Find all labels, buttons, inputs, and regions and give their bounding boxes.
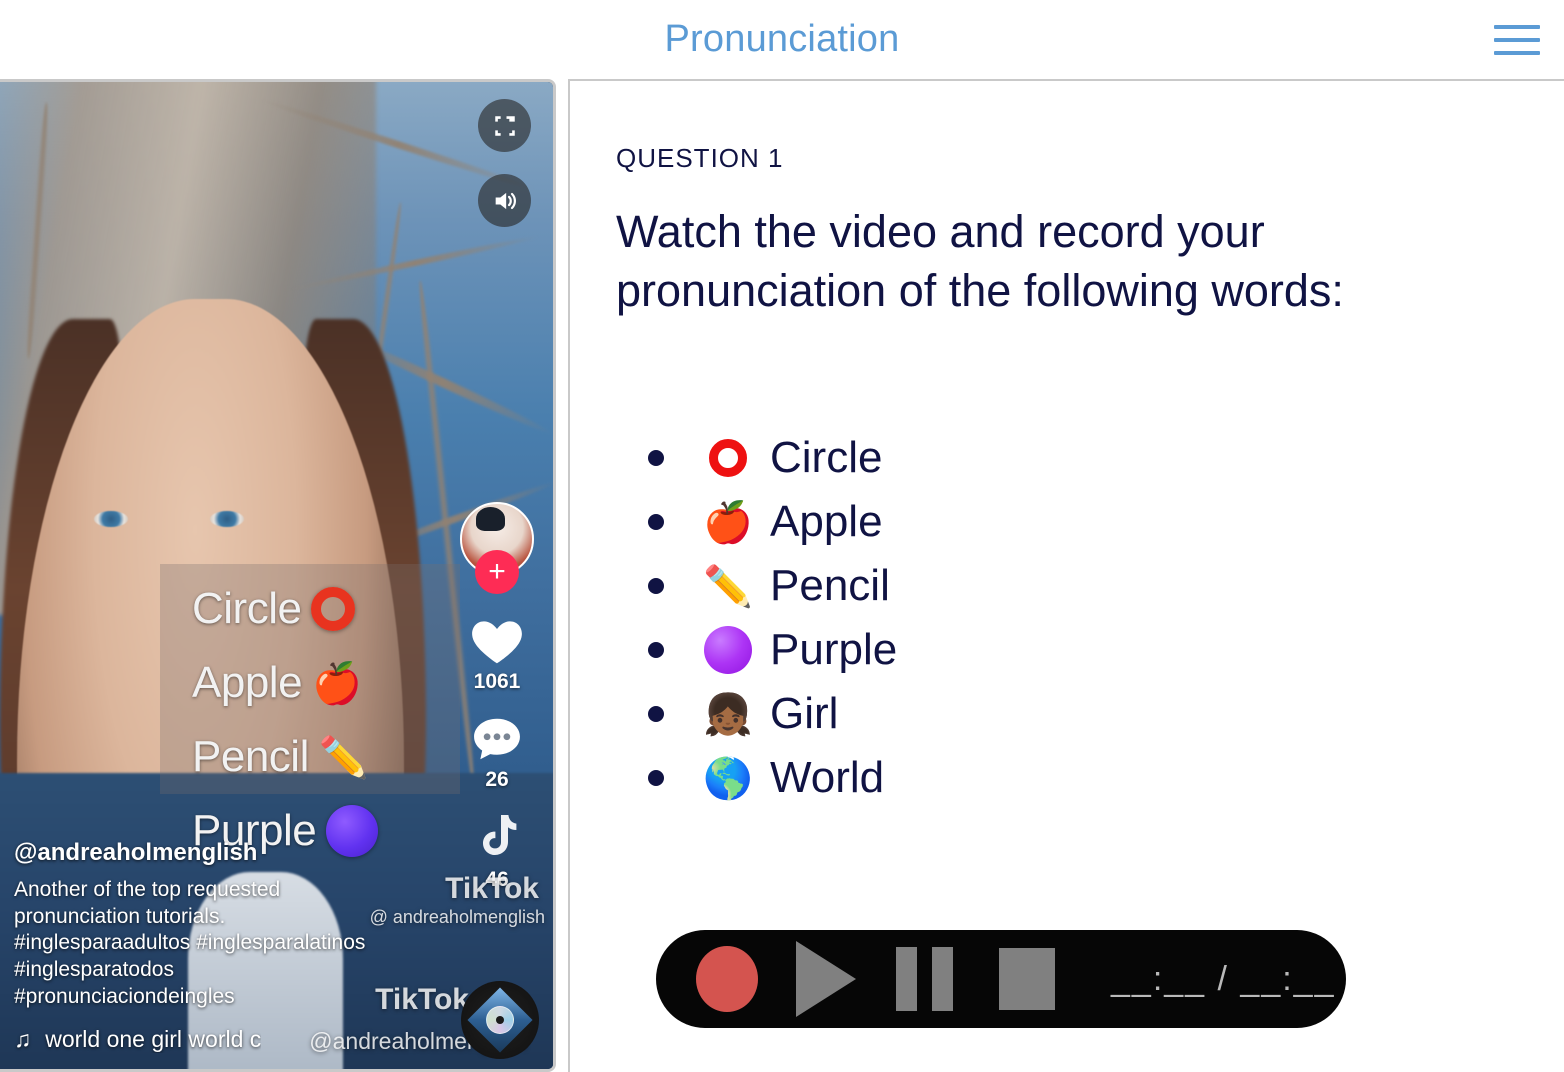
audio-recorder-bar: __:__ / __:__: [656, 930, 1346, 1028]
volume-on-icon[interactable]: [478, 174, 531, 227]
word-label: Girl: [770, 689, 839, 738]
pencil-icon: ✏️: [703, 564, 753, 609]
like-count: 1061: [473, 670, 521, 693]
overlay-word-row: Circle: [160, 572, 460, 646]
main-stage: Circle Apple 🍎 Pencil ✏️ Purple + 1061 2…: [0, 79, 1564, 1072]
apple-icon: 🍎: [312, 661, 362, 706]
list-bullet: [648, 770, 664, 786]
caption-line: Another of the top requested: [14, 877, 281, 901]
tiktok-share-icon: [483, 815, 517, 855]
music-ticker-text: world one girl world c: [45, 1026, 262, 1052]
hamburger-menu-icon[interactable]: [1494, 20, 1542, 60]
share-button[interactable]: 46: [457, 812, 537, 892]
caption-line: #pronunciaciondeingles: [14, 985, 235, 1009]
play-button-icon[interactable]: [796, 941, 856, 1017]
caption-line: #inglesparatodos: [14, 958, 174, 982]
purple-ball-icon: [704, 626, 752, 674]
caption-line: pronunciation tutorials.: [14, 904, 226, 928]
record-button-icon[interactable]: [696, 946, 758, 1012]
list-item: ✏️ Pencil: [648, 554, 897, 618]
recorder-time-display: __:__ / __:__: [1111, 959, 1336, 998]
creator-handle[interactable]: @andreaholmenglish: [14, 839, 404, 867]
list-item: 👧🏾 Girl: [648, 682, 897, 746]
question-prompt: Watch the video and record your pronunci…: [616, 206, 1344, 316]
list-item: 🌎 World: [648, 746, 897, 810]
word-label: World: [770, 753, 885, 802]
girl-icon: 👧🏾: [703, 692, 753, 737]
question-label: QUESTION 1: [616, 143, 784, 173]
circle-outline-icon: [709, 439, 747, 477]
list-item: Circle: [648, 426, 897, 490]
stop-button-icon[interactable]: [999, 948, 1055, 1010]
word-label: Pencil: [770, 561, 890, 610]
list-bullet: [648, 578, 664, 594]
video-caption: @andreaholmenglish Another of the top re…: [14, 839, 404, 1011]
pause-bar: [932, 947, 953, 1011]
pencil-icon: ✏️: [318, 735, 369, 780]
list-item: Purple: [648, 618, 897, 682]
music-note-icon: ♫: [14, 1026, 32, 1052]
record-disc: [486, 1006, 514, 1034]
record-album-art: [467, 987, 533, 1053]
tiktok-action-rail: + 1061 26 46: [457, 502, 537, 912]
heart-icon: [472, 621, 522, 664]
music-ticker: ♫ world one girl world c: [14, 1026, 261, 1053]
word-label: Purple: [770, 625, 898, 674]
comment-count: 26: [485, 768, 509, 791]
avatar[interactable]: +: [460, 502, 534, 594]
fullscreen-expand-icon[interactable]: [478, 99, 531, 152]
comment-button[interactable]: 26: [457, 714, 537, 792]
spinning-record-icon[interactable]: [461, 981, 539, 1059]
apple-icon: 🍎: [703, 500, 753, 545]
video-player-panel[interactable]: Circle Apple 🍎 Pencil ✏️ Purple + 1061 2…: [0, 79, 556, 1072]
overlay-word-label: Pencil: [192, 732, 309, 781]
overlay-word-row: Pencil ✏️: [160, 720, 460, 794]
list-bullet: [648, 514, 664, 530]
creator-profile-button[interactable]: +: [457, 502, 537, 594]
word-label: Apple: [770, 497, 883, 546]
hamburger-line: [1494, 51, 1540, 55]
plus-follow-icon[interactable]: +: [475, 550, 519, 594]
hamburger-line: [1494, 25, 1540, 29]
hamburger-line: [1494, 38, 1540, 42]
list-bullet: [648, 450, 664, 466]
overlay-word-row: Apple 🍎: [160, 646, 460, 720]
list-bullet: [648, 642, 664, 658]
word-list: Circle 🍎 Apple ✏️ Pencil Purple 👧🏾 Girl: [648, 426, 897, 810]
overlay-word-label: Circle: [192, 584, 302, 633]
word-label: Circle: [770, 433, 883, 482]
like-button[interactable]: 1061: [457, 614, 537, 694]
list-item: 🍎 Apple: [648, 490, 897, 554]
red-circle-icon: [311, 587, 356, 631]
globe-icon: 🌎: [703, 756, 753, 801]
question-panel: QUESTION 1 Watch the video and record yo…: [568, 79, 1564, 1072]
comment-bubble-icon: [474, 718, 520, 760]
pause-bar: [896, 947, 917, 1011]
share-count: 46: [485, 868, 509, 891]
overlay-word-label: Apple: [192, 658, 303, 707]
page-title: Pronunciation: [664, 18, 900, 60]
video-word-overlay: Circle Apple 🍎 Pencil ✏️ Purple: [160, 564, 460, 857]
pause-button-icon[interactable]: [896, 947, 953, 1011]
caption-line: #inglesparaadultos #inglesparalatinos: [14, 931, 366, 955]
app-header: Pronunciation: [0, 0, 1564, 79]
list-bullet: [648, 706, 664, 722]
